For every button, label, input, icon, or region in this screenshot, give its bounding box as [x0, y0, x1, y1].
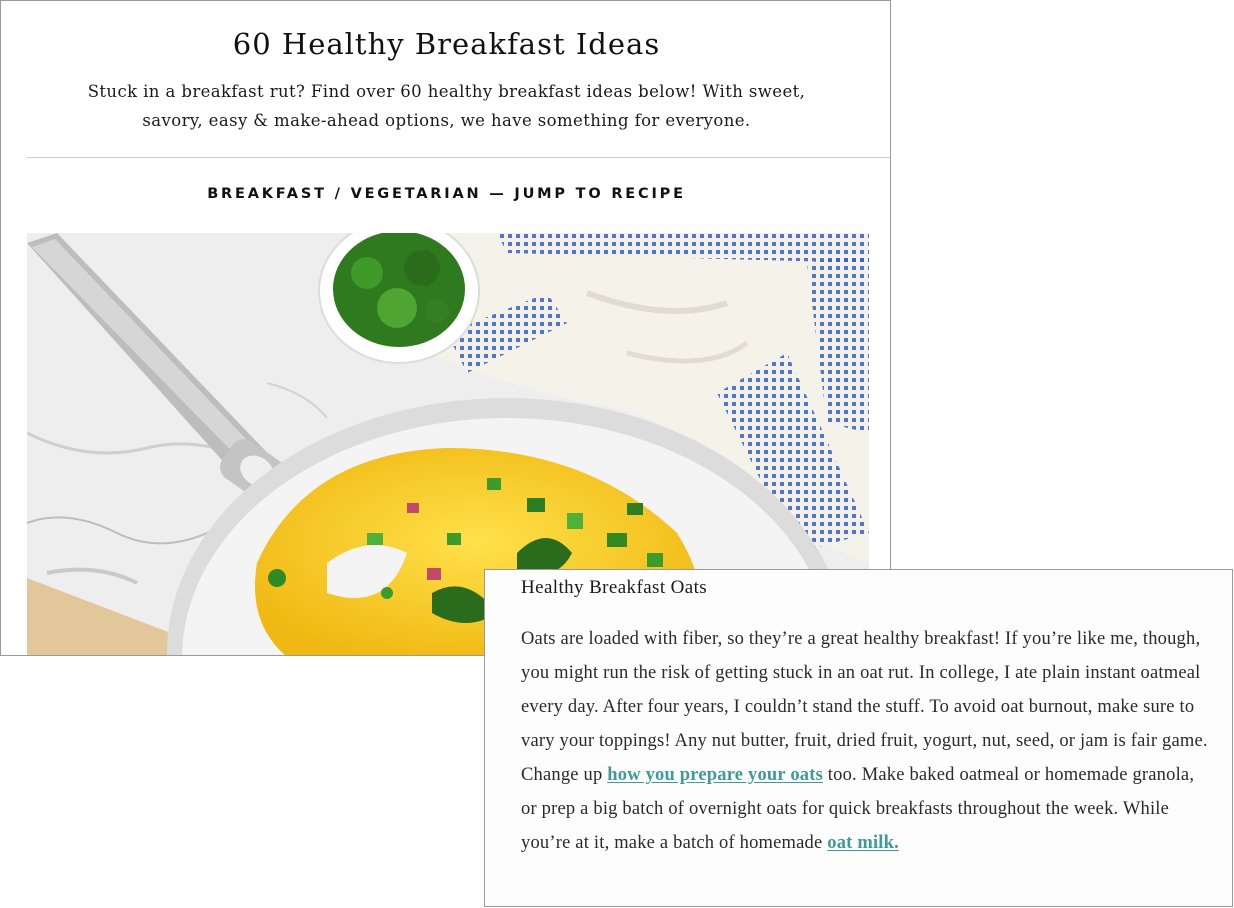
jump-to-recipe-link[interactable]: JUMP TO RECIPE: [514, 186, 685, 202]
oat-milk-link[interactable]: oat milk.: [827, 833, 899, 853]
divider: [27, 157, 890, 158]
body-text-part-1: Oats are loaded with fiber, so they’re a…: [521, 629, 1208, 785]
section-heading: Healthy Breakfast Oats: [521, 577, 708, 598]
overlay-card: Healthy Breakfast Oats Oats are loaded w…: [484, 569, 1233, 907]
page-subtitle: Stuck in a breakfast rut? Find over 60 h…: [87, 82, 806, 130]
page-title: 60 Healthy Breakfast Ideas: [232, 27, 661, 61]
category-breakfast-link[interactable]: BREAKFAST: [207, 186, 327, 202]
section-body: Oats are loaded with fiber, so they’re a…: [521, 622, 1211, 860]
category-separator: /: [326, 186, 351, 202]
category-vegetarian-link[interactable]: VEGETARIAN: [351, 186, 482, 202]
article-card: 60 Healthy Breakfast Ideas Stuck in a br…: [0, 0, 891, 656]
jump-separator: —: [481, 186, 515, 202]
category-bar: BREAKFAST / VEGETARIAN — JUMP TO RECIPE: [1, 186, 890, 202]
prepare-oats-link[interactable]: how you prepare your oats: [607, 765, 823, 785]
